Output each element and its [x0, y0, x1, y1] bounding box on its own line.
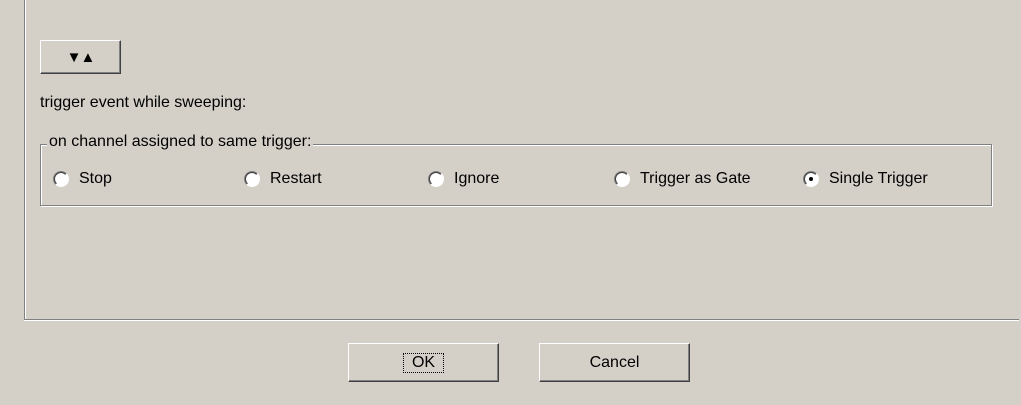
radio-restart[interactable]: Restart — [244, 170, 322, 188]
radio-circle — [244, 171, 260, 187]
radio-label: Ignore — [454, 170, 500, 187]
radio-circle — [614, 171, 630, 187]
radio-label: Trigger as Gate — [640, 170, 751, 187]
radio-circle — [428, 171, 444, 187]
radio-label: Restart — [270, 170, 322, 187]
sort-toggle-icon: ▼▲ — [66, 48, 96, 66]
radio-stop[interactable]: Stop — [53, 170, 112, 188]
radio-ignore[interactable]: Ignore — [428, 170, 499, 188]
radio-circle — [803, 171, 819, 187]
radio-single-trigger[interactable]: Single Trigger — [803, 170, 928, 188]
ok-button[interactable]: OK — [348, 343, 499, 382]
expand-collapse-button[interactable]: ▼▲ — [40, 40, 121, 74]
channel-trigger-group: on channel assigned to same trigger: Sto… — [40, 133, 992, 206]
ok-button-label: OK — [402, 352, 445, 373]
cancel-button-label: Cancel — [589, 353, 640, 371]
cancel-button[interactable]: Cancel — [539, 343, 690, 382]
trigger-event-label: trigger event while sweeping: — [40, 94, 247, 111]
radio-label: Single Trigger — [829, 170, 928, 187]
radio-trigger-as-gate[interactable]: Trigger as Gate — [614, 170, 751, 188]
radio-circle — [53, 171, 69, 187]
radio-label: Stop — [79, 170, 112, 187]
radio-selected-dot — [809, 177, 813, 181]
group-title: on channel assigned to same trigger: — [47, 133, 314, 151]
